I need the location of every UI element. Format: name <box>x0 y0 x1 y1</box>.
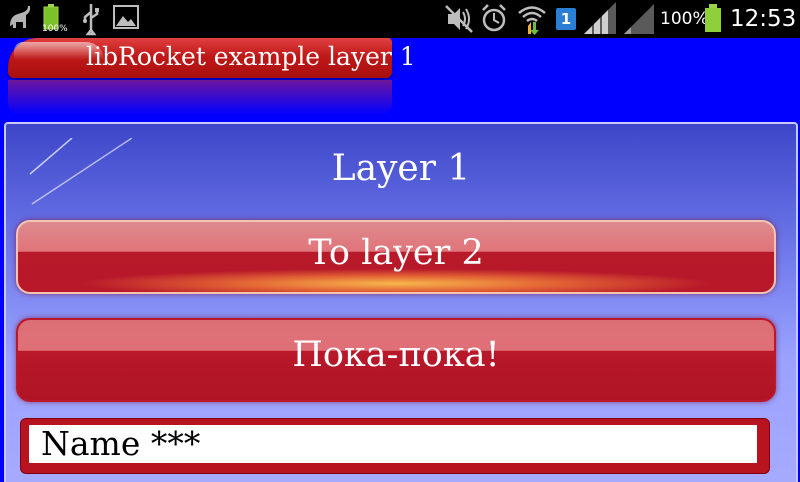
to-layer-2-button[interactable]: To layer 2 <box>16 220 776 294</box>
usb-icon <box>83 4 99 36</box>
window-title: libRocket example layer 1 <box>86 42 416 71</box>
status-bar: 100% 1 100% 12:53 <box>0 0 800 38</box>
battery-icon <box>705 4 721 32</box>
bye-button[interactable]: Пока-пока! <box>16 318 776 402</box>
to-layer-2-label: To layer 2 <box>308 233 484 273</box>
signal-icon <box>584 2 616 34</box>
alarm-icon <box>482 4 506 32</box>
clock: 12:53 <box>730 6 797 32</box>
bye-label: Пока-пока! <box>292 335 500 375</box>
name-field-frame <box>20 418 770 474</box>
signal-icon <box>624 4 654 34</box>
sim-badge-icon: 1 <box>556 8 576 30</box>
title-reflection <box>8 80 392 114</box>
window-title-tab[interactable]: libRocket example layer 1 <box>8 38 416 78</box>
layer-panel: Layer 1 To layer 2 Пока-пока! <box>4 122 798 482</box>
sim-badge-label: 1 <box>560 10 572 28</box>
wifi-icon <box>518 6 546 35</box>
panel-heading: Layer 1 <box>331 148 471 189</box>
bug-icon <box>10 6 31 28</box>
mute-icon <box>445 5 473 33</box>
image-icon <box>113 5 139 29</box>
name-input[interactable] <box>29 425 757 463</box>
